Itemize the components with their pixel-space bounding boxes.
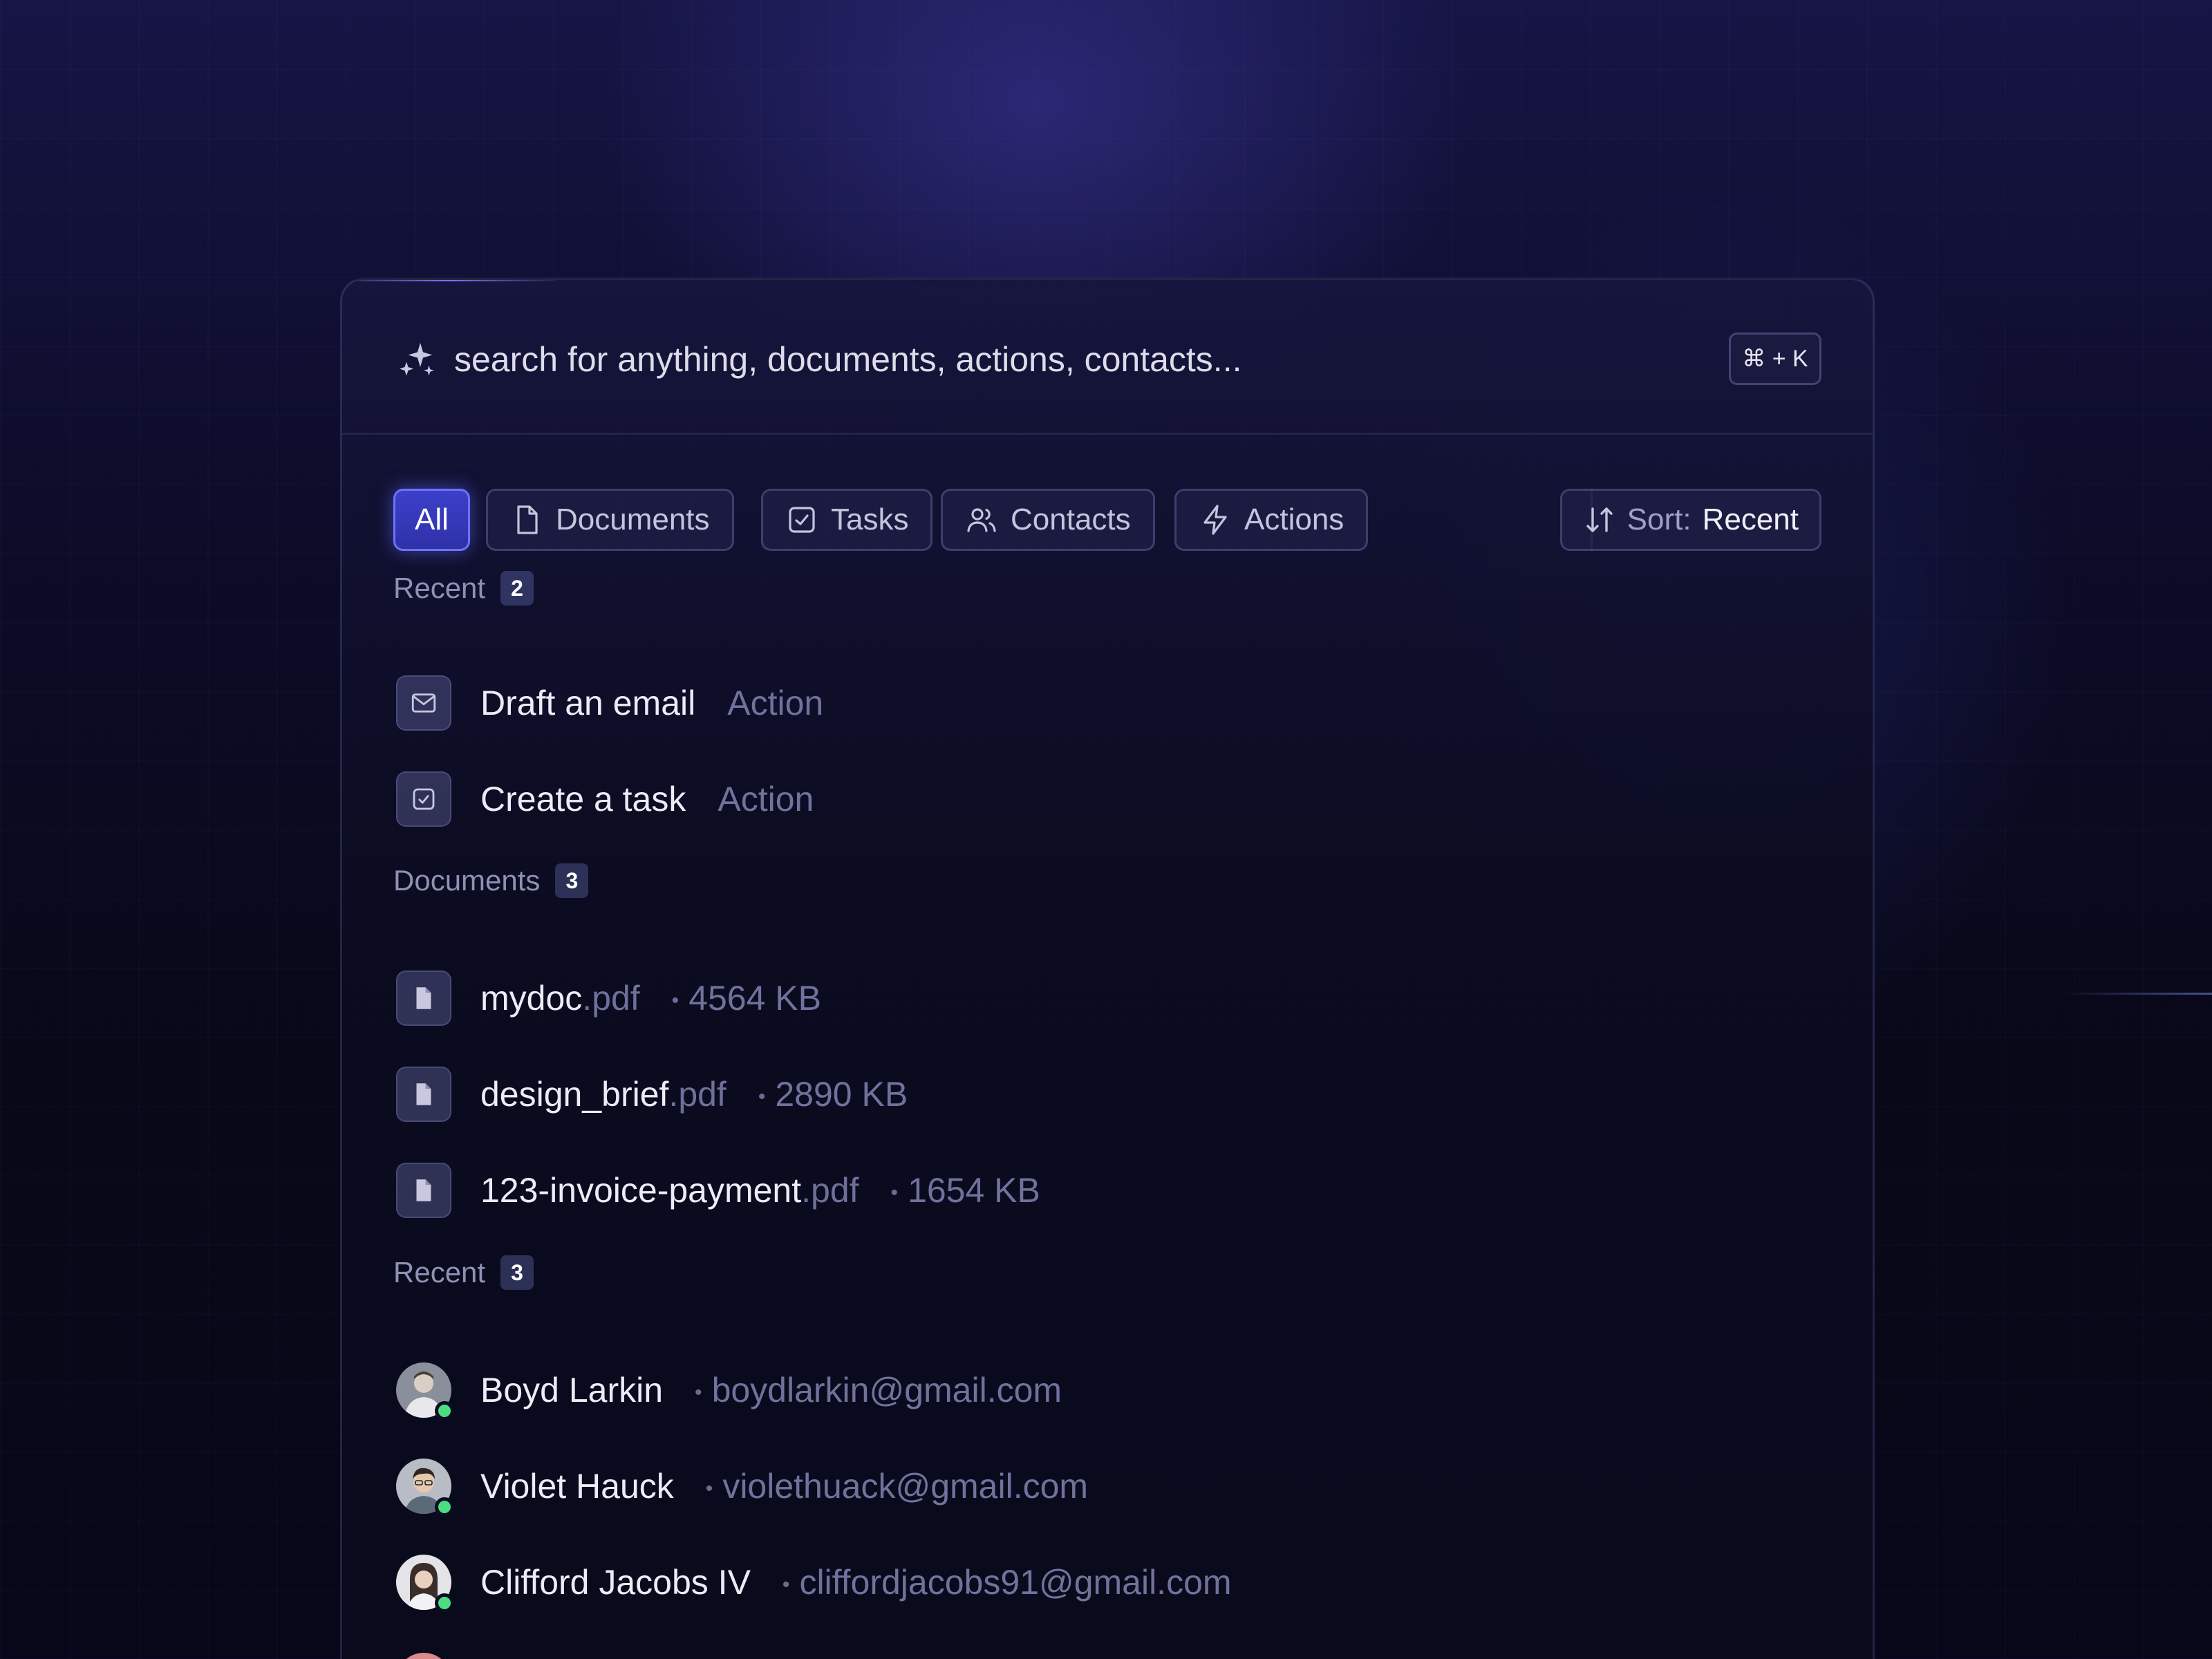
separator-dot: • <box>695 1380 702 1404</box>
search-input[interactable] <box>454 328 1698 391</box>
document-icon <box>416 1179 431 1201</box>
contact-name: Violet Hauck <box>480 1467 674 1506</box>
item-type: Action <box>718 780 814 818</box>
chip-label: Contacts <box>1011 503 1131 536</box>
count-badge: 3 <box>555 863 589 898</box>
file-name: 123-invoice-payment <box>480 1171 802 1210</box>
checkbox-icon <box>413 788 435 810</box>
chip-label: All <box>415 503 449 536</box>
contact-name: Clifford Jacobs IV <box>480 1563 751 1602</box>
section-title: Documents <box>393 864 541 897</box>
avatar <box>396 1459 454 1517</box>
section-header-documents: Documents 3 <box>393 861 589 900</box>
online-status-dot <box>435 1593 454 1613</box>
list-item-draft-email[interactable]: Draft an email Action <box>396 674 823 732</box>
avatar <box>396 1362 454 1421</box>
row-icon-box <box>396 771 451 827</box>
file-extension: .pdf <box>668 1075 727 1114</box>
list-item-document[interactable]: 123-invoice-payment .pdf • 1654 KB <box>396 1161 1040 1219</box>
search-bar: ⌘ + K <box>342 280 1873 435</box>
separator-dot: • <box>890 1181 899 1204</box>
list-item-contact-partial[interactable] <box>396 1651 451 1659</box>
online-status-dot <box>435 1497 454 1517</box>
count-badge: 3 <box>500 1255 534 1290</box>
filter-chip-tasks[interactable]: Tasks <box>761 489 933 551</box>
avatar-image <box>396 1653 451 1659</box>
file-icon <box>517 505 538 534</box>
list-item-contact[interactable]: Clifford Jacobs IV • cliffordjacobs91@gma… <box>396 1553 1232 1613</box>
list-item-document[interactable]: design_brief .pdf • 2890 KB <box>396 1065 908 1123</box>
filter-chip-documents[interactable]: Documents <box>486 489 734 551</box>
list-item-create-task[interactable]: Create a task Action <box>396 770 814 828</box>
row-icon-box <box>396 1163 451 1218</box>
avatar <box>396 1653 451 1659</box>
separator-dot: • <box>782 1573 790 1596</box>
checkbox-icon <box>789 507 815 533</box>
filter-bar: All Documents Tasks Contacts Actions Sor… <box>393 489 1821 551</box>
chip-label: Documents <box>556 503 710 536</box>
lightning-icon <box>1203 505 1227 535</box>
row-icon-box <box>396 675 451 731</box>
list-item-contact[interactable]: Violet Hauck • violethuack@gmail.com <box>396 1457 1089 1517</box>
sort-arrows-icon <box>1586 507 1613 532</box>
section-header-recent-contacts: Recent 3 <box>393 1253 534 1292</box>
row-icon-box <box>396 971 451 1026</box>
document-icon <box>416 987 431 1009</box>
separator-dot: • <box>671 988 679 1012</box>
command-palette: ⌘ + K All Documents Tasks Contacts <box>340 278 1875 1659</box>
document-icon <box>416 1083 431 1105</box>
contact-name: Boyd Larkin <box>480 1371 664 1409</box>
item-type: Action <box>727 684 824 722</box>
sort-value: Recent <box>1702 503 1799 536</box>
section-header-recent-actions: Recent 2 <box>393 569 534 608</box>
item-title: Create a task <box>480 780 686 818</box>
file-extension: .pdf <box>582 979 640 1018</box>
list-item-contact[interactable]: Boyd Larkin • boydlarkin@gmail.com <box>396 1361 1062 1421</box>
filter-chip-all[interactable]: All <box>393 489 470 551</box>
file-size: 4564 KB <box>688 979 822 1018</box>
filter-chip-actions[interactable]: Actions <box>1174 489 1369 551</box>
decorative-line <box>2061 993 2212 995</box>
file-size: 1654 KB <box>908 1171 1040 1210</box>
section-title: Recent <box>393 572 486 604</box>
count-badge: 2 <box>500 571 534 606</box>
file-name: design_brief <box>480 1075 669 1114</box>
contact-email: violethuack@gmail.com <box>722 1467 1089 1506</box>
file-extension: .pdf <box>801 1171 859 1210</box>
sort-label: Sort: <box>1627 503 1691 536</box>
contact-email: boydlarkin@gmail.com <box>711 1371 1062 1409</box>
online-status-dot <box>435 1401 454 1421</box>
file-name: mydoc <box>480 979 583 1018</box>
users-icon <box>967 508 996 532</box>
sort-button[interactable]: Sort: Recent <box>1559 489 1821 551</box>
keyboard-shortcut: ⌘ + K <box>1729 332 1821 385</box>
list-item-document[interactable]: mydoc .pdf • 4564 KB <box>396 969 821 1027</box>
contact-email: cliffordjacobs91@gmail.com <box>799 1563 1232 1602</box>
filter-chip-contacts[interactable]: Contacts <box>941 489 1155 551</box>
section-title: Recent <box>393 1256 486 1288</box>
item-title: Draft an email <box>480 684 696 722</box>
sparkle-icon <box>400 343 434 376</box>
mail-icon <box>411 693 436 713</box>
chip-label: Actions <box>1244 503 1344 536</box>
separator-dot: • <box>758 1085 766 1108</box>
file-size: 2890 KB <box>775 1075 908 1114</box>
avatar <box>396 1555 454 1613</box>
row-icon-box <box>396 1067 451 1122</box>
separator-dot: • <box>705 1477 713 1500</box>
chip-label: Tasks <box>831 503 909 536</box>
